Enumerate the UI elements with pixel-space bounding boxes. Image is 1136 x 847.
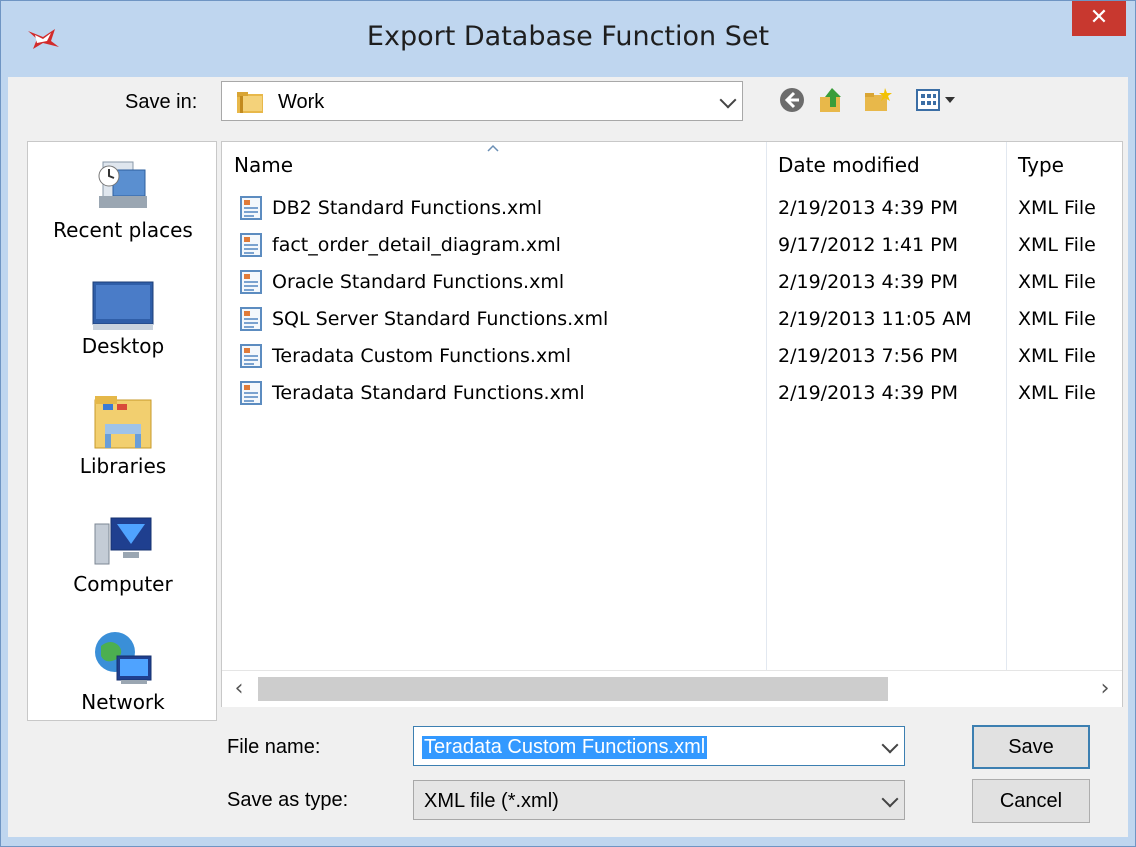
libraries-icon: [94, 396, 152, 449]
window-title: Export Database Function Set: [366, 21, 770, 52]
file-row[interactable]: SQL Server Standard Functions.xml 2/19/2…: [222, 301, 1122, 338]
file-date-cell: 2/19/2013 7:56 PM: [778, 345, 959, 367]
places-bar: Recent places Desktop Libraries Computer…: [27, 141, 217, 721]
file-row[interactable]: Oracle Standard Functions.xml 2/19/2013 …: [222, 264, 1122, 301]
close-icon: ✕: [1089, 5, 1109, 30]
file-type-cell: XML File: [1018, 197, 1096, 219]
save-as-type-value: XML file (*.xml): [424, 790, 559, 812]
xml-file-icon: [240, 307, 262, 331]
network-icon: [95, 632, 152, 684]
save-button[interactable]: Save: [972, 725, 1090, 769]
folder-icon: [237, 92, 263, 113]
up-folder-icon[interactable]: [817, 85, 847, 115]
file-row[interactable]: DB2 Standard Functions.xml 2/19/2013 4:3…: [222, 190, 1122, 227]
file-row[interactable]: fact_order_detail_diagram.xml 9/17/2012 …: [222, 227, 1122, 264]
place-label: Computer: [73, 572, 173, 596]
cancel-button[interactable]: Cancel: [972, 779, 1090, 823]
scrollbar-thumb[interactable]: [258, 677, 888, 701]
file-name-input-text[interactable]: Teradata Custom Functions.xml: [422, 736, 708, 759]
computer-icon: [94, 517, 152, 565]
place-network[interactable]: Network: [28, 628, 218, 714]
xml-file-icon: [240, 196, 262, 220]
save-in-label: Save in:: [125, 91, 198, 113]
file-row[interactable]: Teradata Standard Functions.xml 2/19/201…: [222, 375, 1122, 412]
file-name-cell: Teradata Custom Functions.xml: [272, 345, 571, 367]
xml-file-icon: [240, 270, 262, 294]
file-type-cell: XML File: [1018, 271, 1096, 293]
file-name-field[interactable]: Teradata Custom Functions.xml: [413, 726, 905, 766]
horizontal-scrollbar[interactable]: ‹ ›: [222, 670, 1122, 707]
file-name-cell: DB2 Standard Functions.xml: [272, 197, 543, 219]
chevron-down-icon[interactable]: [719, 91, 737, 109]
file-date-cell: 2/19/2013 11:05 AM: [778, 308, 972, 330]
place-recent-places[interactable]: Recent places: [28, 152, 218, 242]
xml-file-icon: [240, 233, 262, 257]
title-bar[interactable]: Export Database Function Set ✕: [1, 1, 1135, 77]
place-label: Desktop: [81, 334, 165, 358]
xml-file-icon: [240, 381, 262, 405]
file-name-cell: SQL Server Standard Functions.xml: [272, 308, 609, 330]
scroll-right-icon[interactable]: ›: [1090, 671, 1120, 707]
save-in-value: Work: [278, 91, 325, 113]
file-name-cell: Oracle Standard Functions.xml: [272, 271, 565, 293]
chevron-down-icon[interactable]: [881, 790, 899, 808]
place-label: Network: [81, 690, 165, 714]
view-menu-icon[interactable]: [915, 85, 963, 115]
back-icon[interactable]: [777, 85, 807, 115]
file-row[interactable]: Teradata Custom Functions.xml 2/19/2013 …: [222, 338, 1122, 375]
scroll-left-icon[interactable]: ‹: [224, 671, 254, 707]
place-label: Recent places: [53, 218, 193, 242]
column-header-name[interactable]: Name: [222, 142, 766, 188]
column-header-type[interactable]: Type: [1006, 142, 1122, 188]
file-list[interactable]: Name Date modified Type DB2 Standard Fun…: [221, 141, 1123, 707]
place-libraries[interactable]: Libraries: [28, 394, 218, 478]
file-name-cell: fact_order_detail_diagram.xml: [272, 234, 561, 256]
xml-file-icon: [240, 344, 262, 368]
column-header-date-modified[interactable]: Date modified: [766, 142, 1006, 188]
chevron-down-icon[interactable]: [881, 736, 899, 754]
desktop-icon: [92, 281, 154, 330]
close-button[interactable]: ✕: [1072, 1, 1126, 36]
file-type-cell: XML File: [1018, 308, 1096, 330]
file-name-cell: Teradata Standard Functions.xml: [272, 382, 585, 404]
save-in-combo[interactable]: Work: [221, 81, 743, 121]
file-date-cell: 9/17/2012 1:41 PM: [778, 234, 959, 256]
place-label: Libraries: [79, 454, 167, 478]
file-type-cell: XML File: [1018, 345, 1096, 367]
file-name-label: File name:: [227, 736, 321, 758]
new-folder-icon[interactable]: [863, 85, 893, 115]
file-type-cell: XML File: [1018, 382, 1096, 404]
place-computer[interactable]: Computer: [28, 514, 218, 596]
recent-places-icon: [98, 161, 147, 208]
file-date-cell: 2/19/2013 4:39 PM: [778, 382, 959, 404]
file-date-cell: 2/19/2013 4:39 PM: [778, 197, 959, 219]
save-as-type-label: Save as type:: [227, 789, 349, 811]
file-type-cell: XML File: [1018, 234, 1096, 256]
save-as-type-select[interactable]: XML file (*.xml): [413, 780, 905, 820]
file-date-cell: 2/19/2013 4:39 PM: [778, 271, 959, 293]
place-desktop[interactable]: Desktop: [28, 278, 218, 358]
export-dialog-window: Export Database Function Set ✕ Save in: …: [0, 0, 1136, 847]
